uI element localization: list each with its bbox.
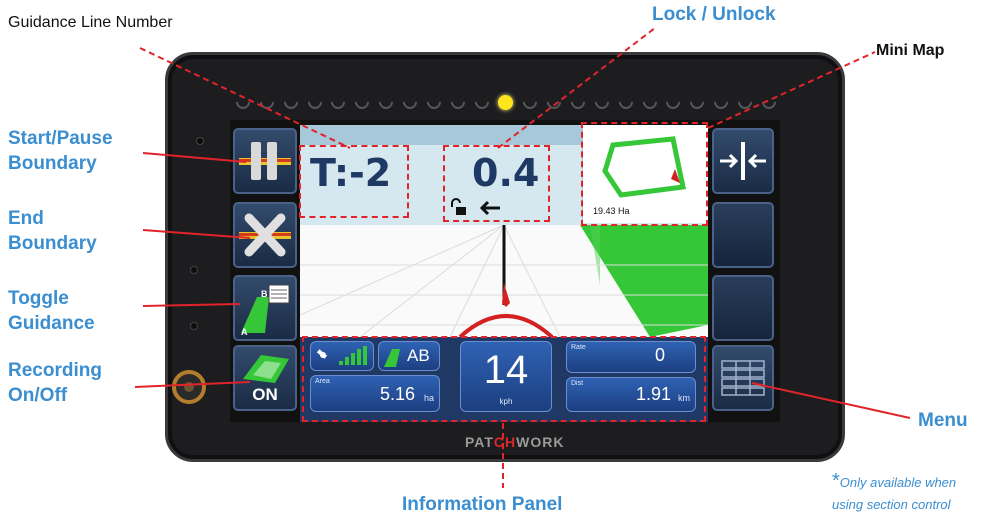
svg-text:B: B	[261, 289, 268, 299]
led	[256, 92, 277, 112]
led	[471, 92, 492, 112]
led	[447, 92, 468, 112]
guidance-line-number-callout: Guidance Line Number	[8, 14, 173, 31]
led-lightbar	[232, 92, 780, 112]
led	[304, 92, 325, 112]
led-active	[498, 94, 514, 110]
led	[544, 92, 565, 112]
led	[759, 92, 779, 112]
recording-on-off-callout: Recording On/Off	[8, 360, 102, 406]
led	[639, 92, 660, 112]
lock-unlock-callout: Lock / Unlock	[652, 4, 776, 25]
screw	[190, 266, 198, 274]
led	[591, 92, 612, 112]
recording-button-label: ON	[252, 385, 278, 404]
start-pause-boundary-callout: Start/Pause Boundary	[8, 128, 113, 174]
menu-button[interactable]	[712, 345, 774, 411]
led	[376, 92, 397, 112]
pause-boundary-icon	[239, 142, 291, 180]
power-knob[interactable]	[172, 370, 206, 404]
led	[352, 92, 373, 112]
ab-guidance-icon: B A	[241, 284, 290, 337]
end-boundary-button[interactable]	[233, 202, 297, 268]
field-map-icon	[243, 355, 289, 383]
menu-callout: Menu	[918, 410, 968, 431]
brand-logo: PATCHWORK	[465, 434, 565, 450]
led	[735, 92, 755, 112]
led	[663, 92, 684, 112]
led	[233, 92, 253, 112]
led	[615, 92, 636, 112]
zoom-fit-button[interactable]	[712, 128, 774, 194]
screw	[196, 137, 204, 145]
recording-toggle-button[interactable]: ON	[233, 345, 297, 411]
track-number-highlight	[299, 145, 409, 218]
collapse-arrows-icon	[720, 142, 766, 180]
start-pause-boundary-button[interactable]	[233, 128, 297, 194]
led	[280, 92, 301, 112]
information-panel-callout: Information Panel	[402, 494, 563, 515]
screw	[190, 322, 198, 330]
section-control-footnote: *Only available when using section contr…	[832, 470, 957, 512]
led	[687, 92, 708, 112]
led	[423, 92, 444, 112]
section-button-blank[interactable]	[712, 202, 774, 268]
mini-map-callout: Mini Map	[876, 42, 945, 59]
end-boundary-callout: End Boundary	[8, 208, 97, 254]
led	[711, 92, 732, 112]
menu-icon	[721, 360, 765, 396]
led	[568, 92, 588, 112]
led	[328, 92, 349, 112]
mini-map-highlight	[581, 122, 708, 226]
end-boundary-icon	[239, 213, 291, 257]
toggle-guidance-button[interactable]: B A	[233, 275, 297, 341]
info-panel-highlight	[302, 336, 706, 422]
lock-highlight	[443, 145, 550, 222]
svg-text:A: A	[241, 327, 248, 337]
section-button-blank[interactable]	[712, 275, 774, 341]
toggle-guidance-callout: Toggle Guidance	[8, 288, 95, 334]
led	[520, 92, 541, 112]
led	[400, 92, 420, 112]
